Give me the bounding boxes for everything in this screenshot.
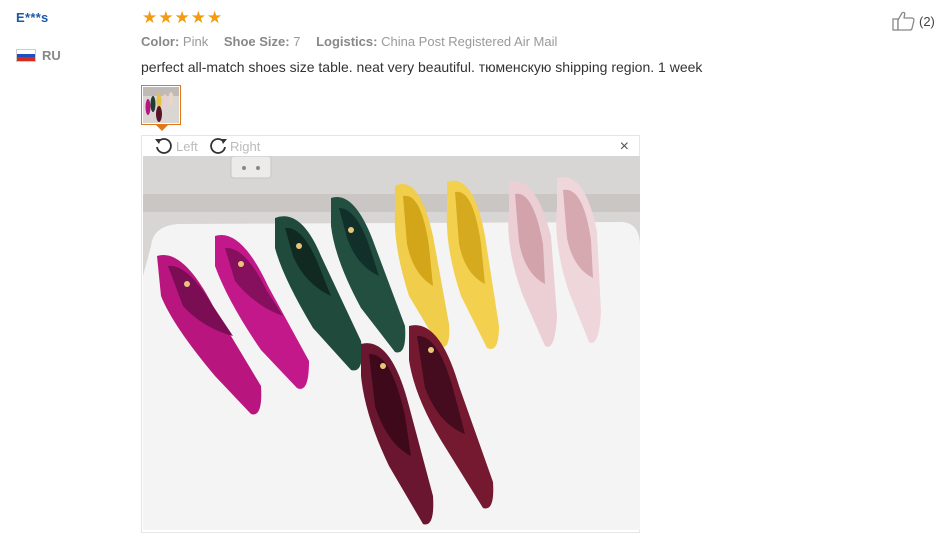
- attribute-label: Color:: [141, 34, 180, 49]
- rotate-left-label[interactable]: Left: [176, 139, 198, 154]
- star-icon: ★: [207, 8, 223, 27]
- viewer-toolbar: Left Right ×: [142, 136, 639, 156]
- review-photo-thumbnail[interactable]: [141, 85, 181, 125]
- photo-viewer: Left Right ×: [141, 135, 640, 533]
- star-icon: ★: [174, 8, 190, 27]
- thumbs-up-icon[interactable]: [892, 11, 916, 31]
- shoes-thumbnail-image[interactable]: [143, 87, 179, 123]
- attribute-shoe-size: Shoe Size: 7: [224, 34, 301, 49]
- reviewer-name: E***s: [16, 10, 49, 25]
- attribute-value: Pink: [182, 34, 209, 49]
- review-text: perfect all-match shoes size table. neat…: [141, 59, 703, 75]
- order-attributes: Color: Pink Shoe Size: 7 Logistics: Chin…: [141, 34, 569, 49]
- reviewer-info: E***s RU: [16, 10, 61, 63]
- helpful-count: (2): [919, 13, 935, 29]
- rotate-right-label[interactable]: Right: [230, 139, 260, 154]
- attribute-value: China Post Registered Air Mail: [381, 34, 558, 49]
- helpful-button[interactable]: (2): [892, 11, 935, 31]
- attribute-value: 7: [293, 34, 301, 49]
- attribute-label: Shoe Size:: [223, 34, 290, 49]
- review-photo: [143, 156, 640, 530]
- star-icon: ★: [142, 8, 158, 27]
- reviewer-country: RU: [16, 48, 61, 63]
- russia-flag-icon: [16, 49, 36, 62]
- attribute-logistics: Logistics: China Post Registered Air Mai…: [316, 34, 557, 49]
- rotate-left-icon[interactable]: [154, 136, 174, 156]
- rotate-left-button[interactable]: Left: [154, 136, 198, 156]
- thumbnail-pointer: [156, 125, 168, 131]
- star-icon: ★: [190, 8, 206, 27]
- country-code: RU: [42, 48, 61, 63]
- rotate-right-button[interactable]: Right: [208, 136, 260, 156]
- star-rating: ★ ★ ★ ★ ★: [142, 9, 222, 27]
- attribute-color: Color: Pink: [141, 34, 208, 49]
- rotate-right-icon[interactable]: [208, 136, 228, 156]
- close-icon[interactable]: ×: [620, 139, 629, 155]
- star-icon: ★: [158, 8, 174, 27]
- attribute-label: Logistics:: [316, 34, 378, 49]
